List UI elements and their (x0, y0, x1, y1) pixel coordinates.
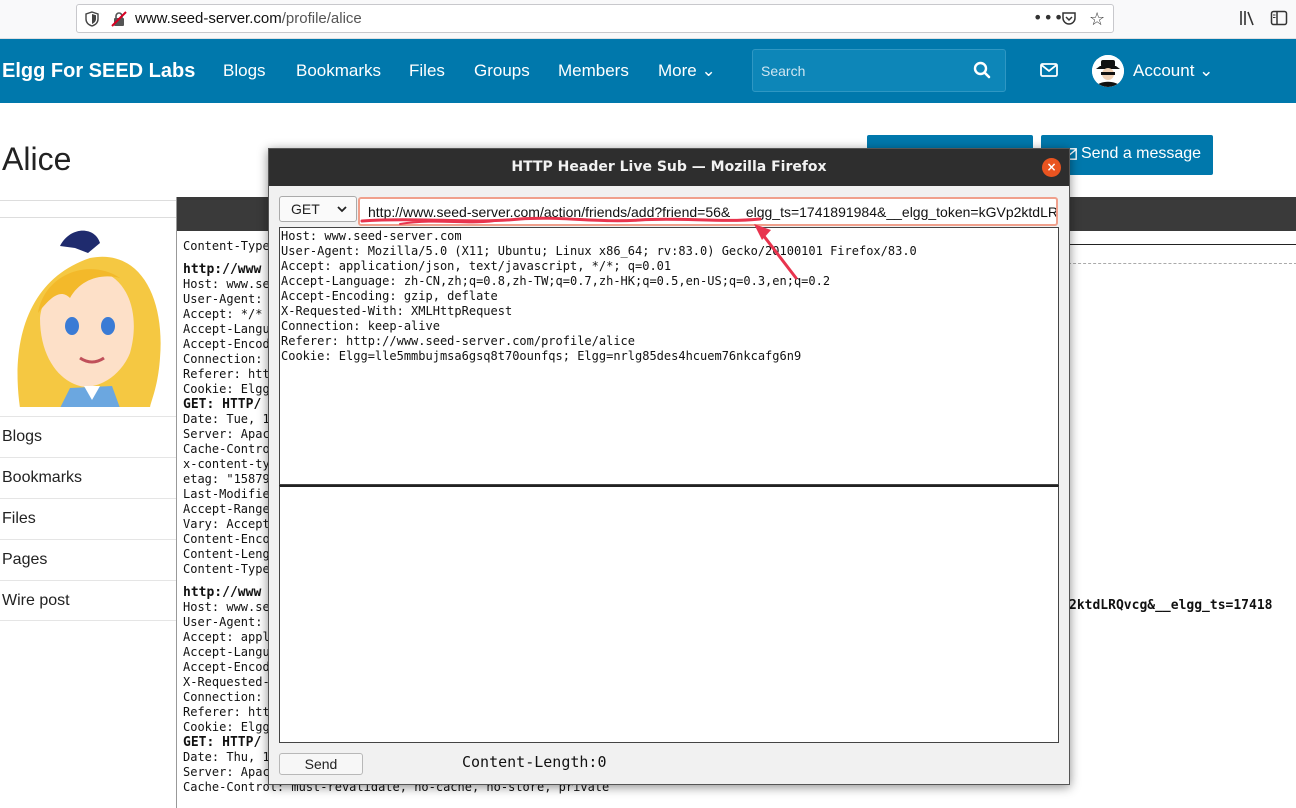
content-length: Content-Length:0 (462, 753, 607, 771)
owner-menu-pages[interactable]: Pages (0, 539, 178, 580)
url-host: www.seed-server.com (135, 10, 282, 27)
profile-divider (0, 200, 178, 201)
nav-files[interactable]: Files (409, 61, 445, 81)
method-select[interactable]: GET (279, 196, 357, 222)
log-separator-dashed (1063, 263, 1296, 264)
owner-menu-wire-post[interactable]: Wire post (0, 580, 178, 621)
browser-toolbar: www.seed-server.com/profile/alice ••• ☆ (0, 0, 1296, 39)
url-path: /profile/alice (281, 10, 362, 27)
request-url-input[interactable] (358, 197, 1058, 226)
search-input[interactable] (761, 60, 961, 82)
address-bar[interactable]: www.seed-server.com/profile/alice ••• ☆ (76, 4, 1114, 33)
spy-avatar-icon (1092, 55, 1124, 87)
request-body-textarea[interactable] (279, 485, 1059, 743)
nav-groups[interactable]: Groups (474, 61, 530, 81)
page-actions-icon[interactable]: ••• (1033, 8, 1064, 27)
send-message-label: Send a message (1081, 145, 1202, 162)
account-avatar[interactable] (1092, 55, 1124, 87)
close-icon[interactable]: × (1042, 158, 1061, 177)
profile-avatar (0, 217, 176, 407)
owner-menu-files[interactable]: Files (0, 498, 178, 539)
nav-bookmarks[interactable]: Bookmarks (296, 61, 381, 81)
chevron-down-icon (337, 206, 347, 213)
owner-menu-bookmarks[interactable]: Bookmarks (0, 457, 178, 498)
tracking-shield-icon[interactable] (85, 11, 99, 27)
owner-menu-blogs[interactable]: Blogs (0, 416, 178, 457)
nav-blogs[interactable]: Blogs (223, 61, 266, 81)
elgg-topbar: Elgg For SEED Labs Blogs Bookmarks Files… (0, 39, 1296, 103)
library-icon[interactable] (1238, 9, 1256, 27)
messages-icon[interactable] (1040, 63, 1058, 77)
search-box (752, 49, 1006, 92)
log-url-overflow: 2ktdLRQvcg&__elgg_ts=17418 (1069, 598, 1273, 613)
send-button[interactable]: Send (279, 753, 363, 775)
site-brand[interactable]: Elgg For SEED Labs (2, 60, 195, 83)
method-value: GET (291, 201, 320, 217)
owner-menu: Blogs Bookmarks Files Pages Wire post (0, 416, 178, 621)
dialog-title: HTTP Header Live Sub — Mozilla Firefox (269, 149, 1069, 186)
bookmark-star-icon[interactable]: ☆ (1089, 9, 1105, 30)
http-header-live-sub-dialog: HTTP Header Live Sub — Mozilla Firefox ×… (268, 148, 1070, 785)
nav-more[interactable]: More ⌄ (658, 61, 716, 81)
account-menu[interactable]: Account ⌄ (1133, 61, 1213, 81)
sidebar-icon[interactable] (1270, 9, 1288, 27)
insecure-lock-icon[interactable] (111, 11, 127, 27)
search-icon[interactable] (973, 61, 991, 79)
alice-cartoon-image (0, 218, 176, 407)
log-separator (1063, 244, 1296, 245)
request-headers-textarea[interactable]: Host: www.seed-server.com User-Agent: Mo… (279, 227, 1059, 485)
pocket-icon[interactable] (1061, 11, 1077, 27)
url-text[interactable]: www.seed-server.com/profile/alice (135, 10, 362, 27)
page-title: Alice (2, 141, 72, 177)
nav-members[interactable]: Members (558, 61, 629, 81)
